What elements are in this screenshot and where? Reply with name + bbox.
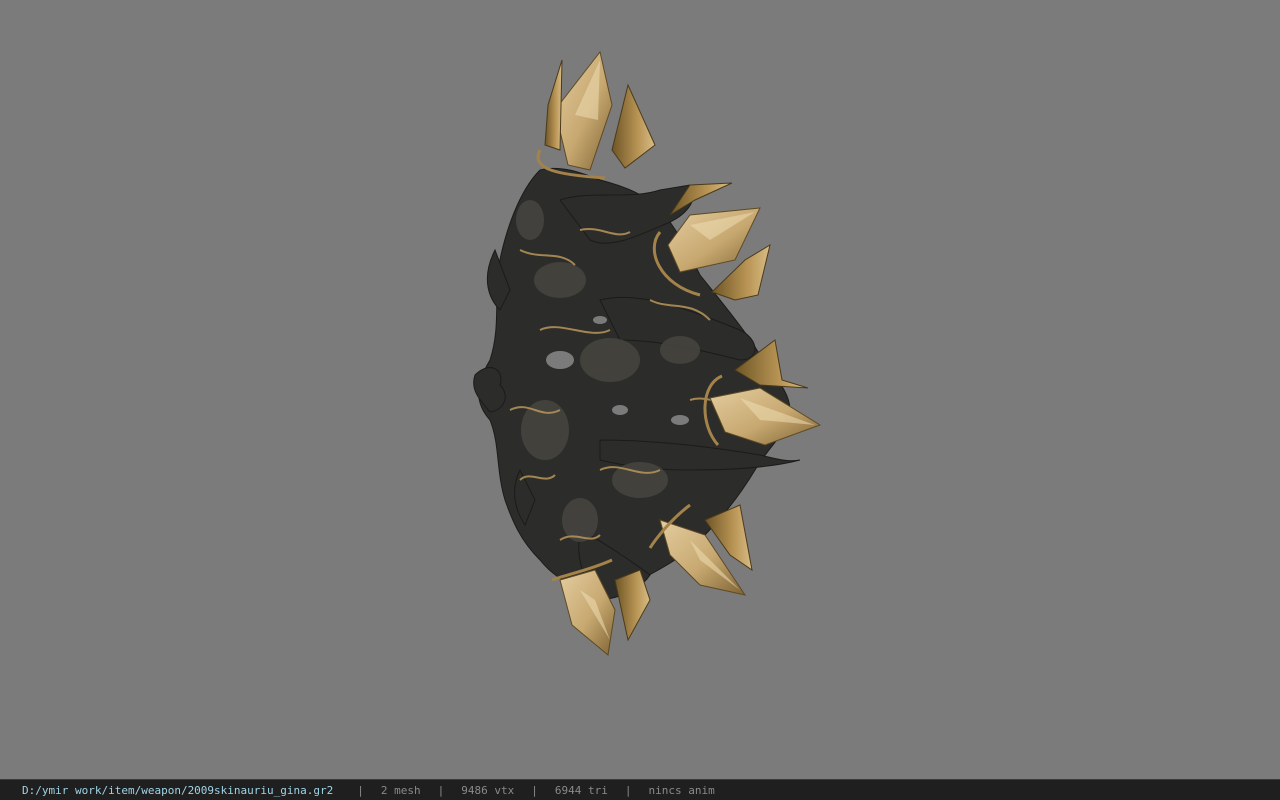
vertex-count: 9486 vtx	[461, 783, 515, 797]
mesh-count: 2 mesh	[380, 783, 421, 797]
3d-viewport[interactable]	[0, 0, 1280, 779]
separator: |	[437, 783, 445, 797]
status-bar: D:/ymir work/item/weapon/2009skinauriu_g…	[0, 779, 1280, 800]
weapon-model-render[interactable]	[0, 0, 1280, 779]
separator: |	[357, 783, 364, 797]
triangle-count: 6944 tri	[554, 783, 608, 797]
animation-status: nincs anim	[648, 783, 715, 797]
separator: |	[624, 783, 632, 797]
file-path: D:/ymir work/item/weapon/2009skinauriu_g…	[22, 783, 334, 797]
separator: |	[531, 783, 538, 797]
